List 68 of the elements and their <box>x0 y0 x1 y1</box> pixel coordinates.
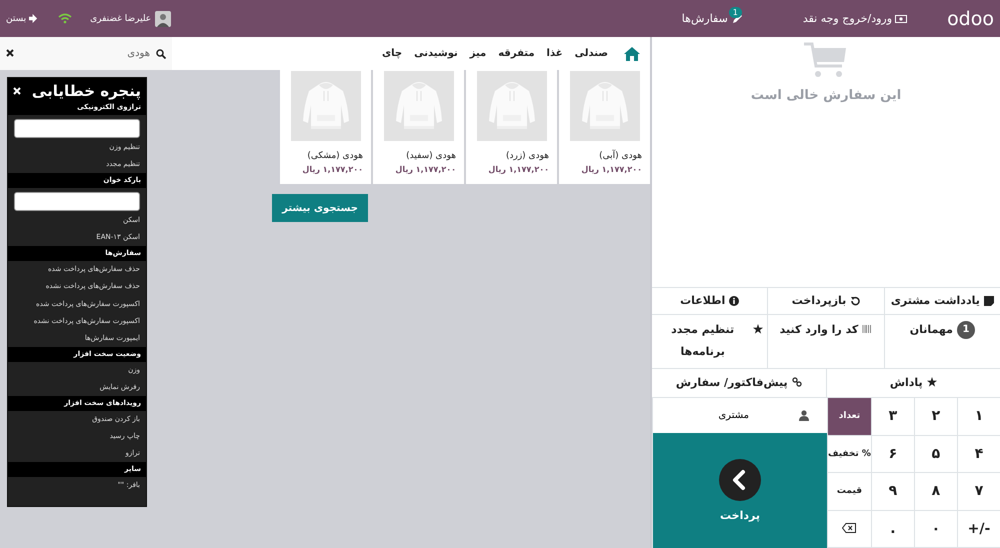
numpad-key[interactable]: ۷ <box>956 473 1000 510</box>
backspace-icon <box>842 522 856 533</box>
close-icon <box>6 48 14 56</box>
product-card[interactable]: هودی (سفید) ۱,۱۷۷,۲۰۰ ریال <box>373 70 464 184</box>
numpad-key[interactable]: ۹ <box>870 473 914 510</box>
avatar-icon <box>155 10 172 26</box>
product-name: هودی (مشکی) <box>306 150 364 161</box>
product-price: ۱,۱۷۷,۲۰۰ ریال <box>394 164 457 174</box>
category-tab[interactable]: صندلی <box>568 48 614 59</box>
logo: odoo <box>947 8 994 30</box>
numpad-key[interactable]: ۳ <box>870 398 914 436</box>
product-price: ۱,۱۷۷,۲۰۰ ریال <box>580 164 643 174</box>
cart-icon <box>804 42 848 78</box>
orders-count-badge: 1 <box>728 7 742 18</box>
product-name: هودی (آبی) <box>598 148 643 161</box>
numpad-key[interactable]: ۴ <box>956 436 1000 473</box>
user-name[interactable]: علیرضا غضنفری <box>90 14 152 24</box>
numpad-key[interactable]: ۰ <box>914 510 957 548</box>
mode-key[interactable]: تعداد <box>827 398 871 436</box>
product-name: هودی (زرد) <box>504 150 550 161</box>
input-field[interactable] <box>14 192 140 212</box>
category-tab[interactable]: میز <box>464 48 492 59</box>
numpad-key[interactable]: ۱ <box>956 398 1000 436</box>
load-more-button[interactable]: جستجوی بیشتر <box>272 194 368 222</box>
wifi-icon <box>58 13 72 24</box>
mode-key[interactable]: قیمت <box>827 473 871 510</box>
cash-icon <box>895 14 908 22</box>
close-button[interactable]: بستن <box>6 14 38 24</box>
user-icon <box>799 410 809 421</box>
mode-key[interactable]: % تخفیف <box>827 436 871 473</box>
debug-window-title: پنجره خطایابی <box>32 82 141 100</box>
input-field[interactable] <box>14 119 140 138</box>
product-card[interactable]: هودی (زرد) ۱,۱۷۷,۲۰۰ ریال <box>466 70 557 184</box>
guest-count-badge: 1 <box>956 321 975 339</box>
empty-order-message: این سفارش خالی است <box>750 88 902 103</box>
cash-in-out-button[interactable]: ورود/خروج وجه نقد <box>802 12 908 25</box>
numpad-key[interactable]: ۸ <box>914 473 957 510</box>
product-card[interactable]: هودی (آبی) ۱,۱۷۷,۲۰۰ ریال <box>559 70 650 184</box>
category-tab[interactable]: متفرقه <box>492 48 541 59</box>
product-card[interactable]: هودی (مشکی) ۱,۱۷۷,۲۰۰ ریال <box>280 70 371 184</box>
star-icon <box>926 377 937 387</box>
payment-button[interactable]: پرداخت <box>653 433 827 548</box>
category-tab[interactable]: چای <box>376 48 408 59</box>
search-icon <box>156 48 166 58</box>
category-tab[interactable]: غذا <box>540 48 569 59</box>
barcode-icon <box>862 324 872 334</box>
numpad-key[interactable]: ۵ <box>914 436 957 473</box>
numpad-key[interactable]: ۲ <box>914 398 957 436</box>
product-name: هودی (سفید) <box>405 150 457 161</box>
home-icon[interactable] <box>624 46 640 60</box>
close-button[interactable] <box>13 87 21 95</box>
product-price: ۱,۱۷۷,۲۰۰ ریال <box>487 164 550 174</box>
note-icon <box>984 296 994 306</box>
backspace-key[interactable] <box>827 510 871 548</box>
numpad-key[interactable]: ۶ <box>870 436 914 473</box>
product-price: ۱,۱۷۷,۲۰۰ ریال <box>301 164 364 174</box>
undo-icon <box>850 296 860 306</box>
info-icon <box>729 296 740 306</box>
numpad-key[interactable]: -/+ <box>956 510 1000 548</box>
numpad-key[interactable]: . <box>870 510 914 548</box>
search-field[interactable]: هودی <box>42 47 152 60</box>
search-bar[interactable]: هودی <box>0 37 172 70</box>
category-tab[interactable]: نوشیدنی <box>408 48 464 59</box>
chevron-icon <box>719 459 761 501</box>
star-icon <box>753 324 764 334</box>
sign-out-icon <box>29 14 38 23</box>
link-icon <box>792 377 802 387</box>
clear-search-button[interactable] <box>6 48 14 60</box>
